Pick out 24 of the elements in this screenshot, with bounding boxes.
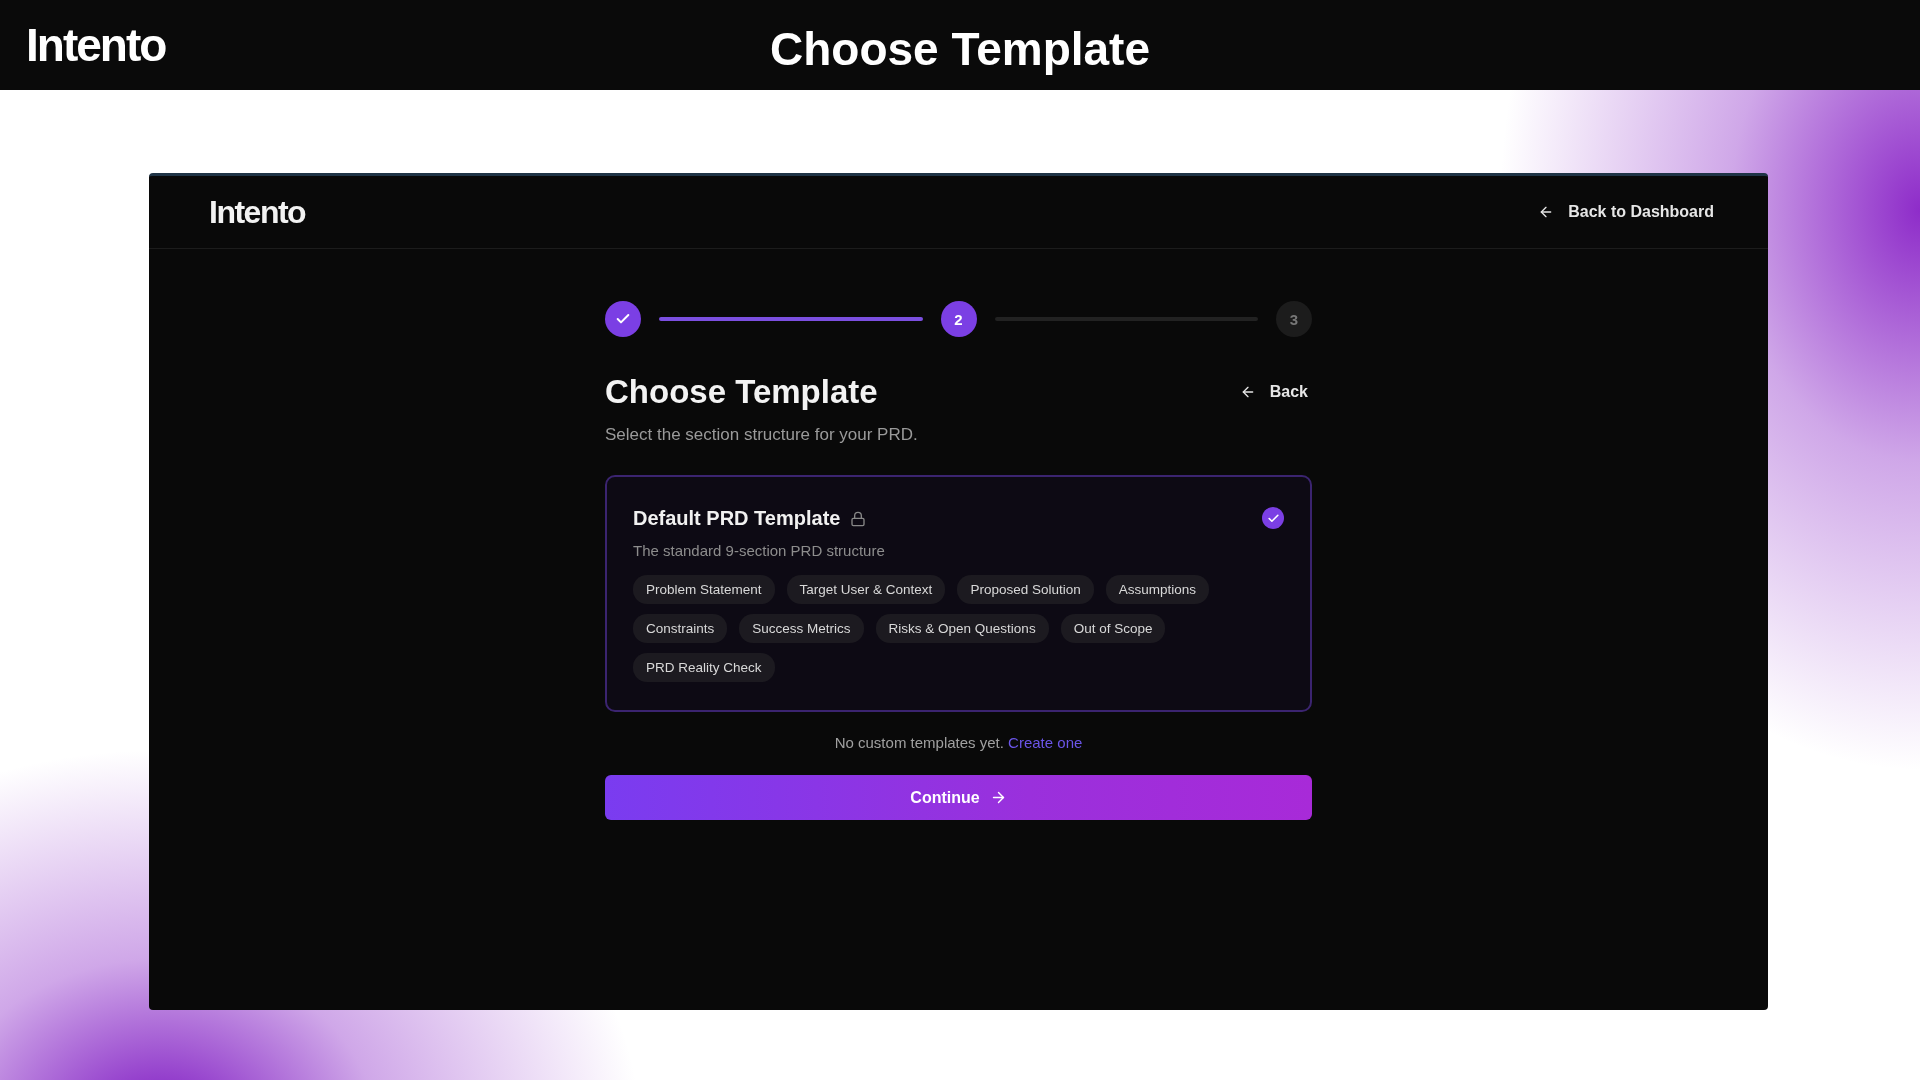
back-to-dashboard-link[interactable]: Back to Dashboard — [1534, 199, 1718, 225]
section-tag: Problem Statement — [633, 575, 775, 604]
section-tag: Target User & Context — [786, 575, 946, 604]
continue-button[interactable]: Continue — [605, 775, 1312, 820]
banner-title: Choose Template — [770, 22, 1150, 76]
template-description: The standard 9-section PRD structure — [633, 542, 886, 559]
create-link[interactable]: Create one — [1008, 734, 1083, 751]
section-tag: Constraints — [633, 614, 728, 643]
page-subtitle: Select the section structure for your PRD. — [605, 425, 919, 445]
section-tag: Assumptions — [1105, 575, 1209, 604]
section-tag: PRD Reality Check — [633, 653, 775, 682]
template-name: Default PRD Template — [633, 507, 841, 530]
logo: Intento — [26, 18, 166, 72]
page-heading: Choose Template — [605, 373, 878, 411]
empty-note: No custom templates yet. Create one — [833, 734, 1084, 751]
section-tag: Risks & Open Questions — [875, 614, 1049, 643]
template-card[interactable] — [605, 475, 1312, 712]
section-tag: Proposed Solution — [957, 575, 1094, 604]
step-indicator: 3 — [1276, 301, 1312, 337]
step-indicator: 2 — [940, 301, 977, 337]
app-logo: Intento — [209, 193, 306, 231]
section-tag: Success Metrics — [739, 614, 864, 643]
section-tag: Out of Scope — [1060, 614, 1166, 643]
back-button[interactable]: Back — [1235, 379, 1312, 405]
